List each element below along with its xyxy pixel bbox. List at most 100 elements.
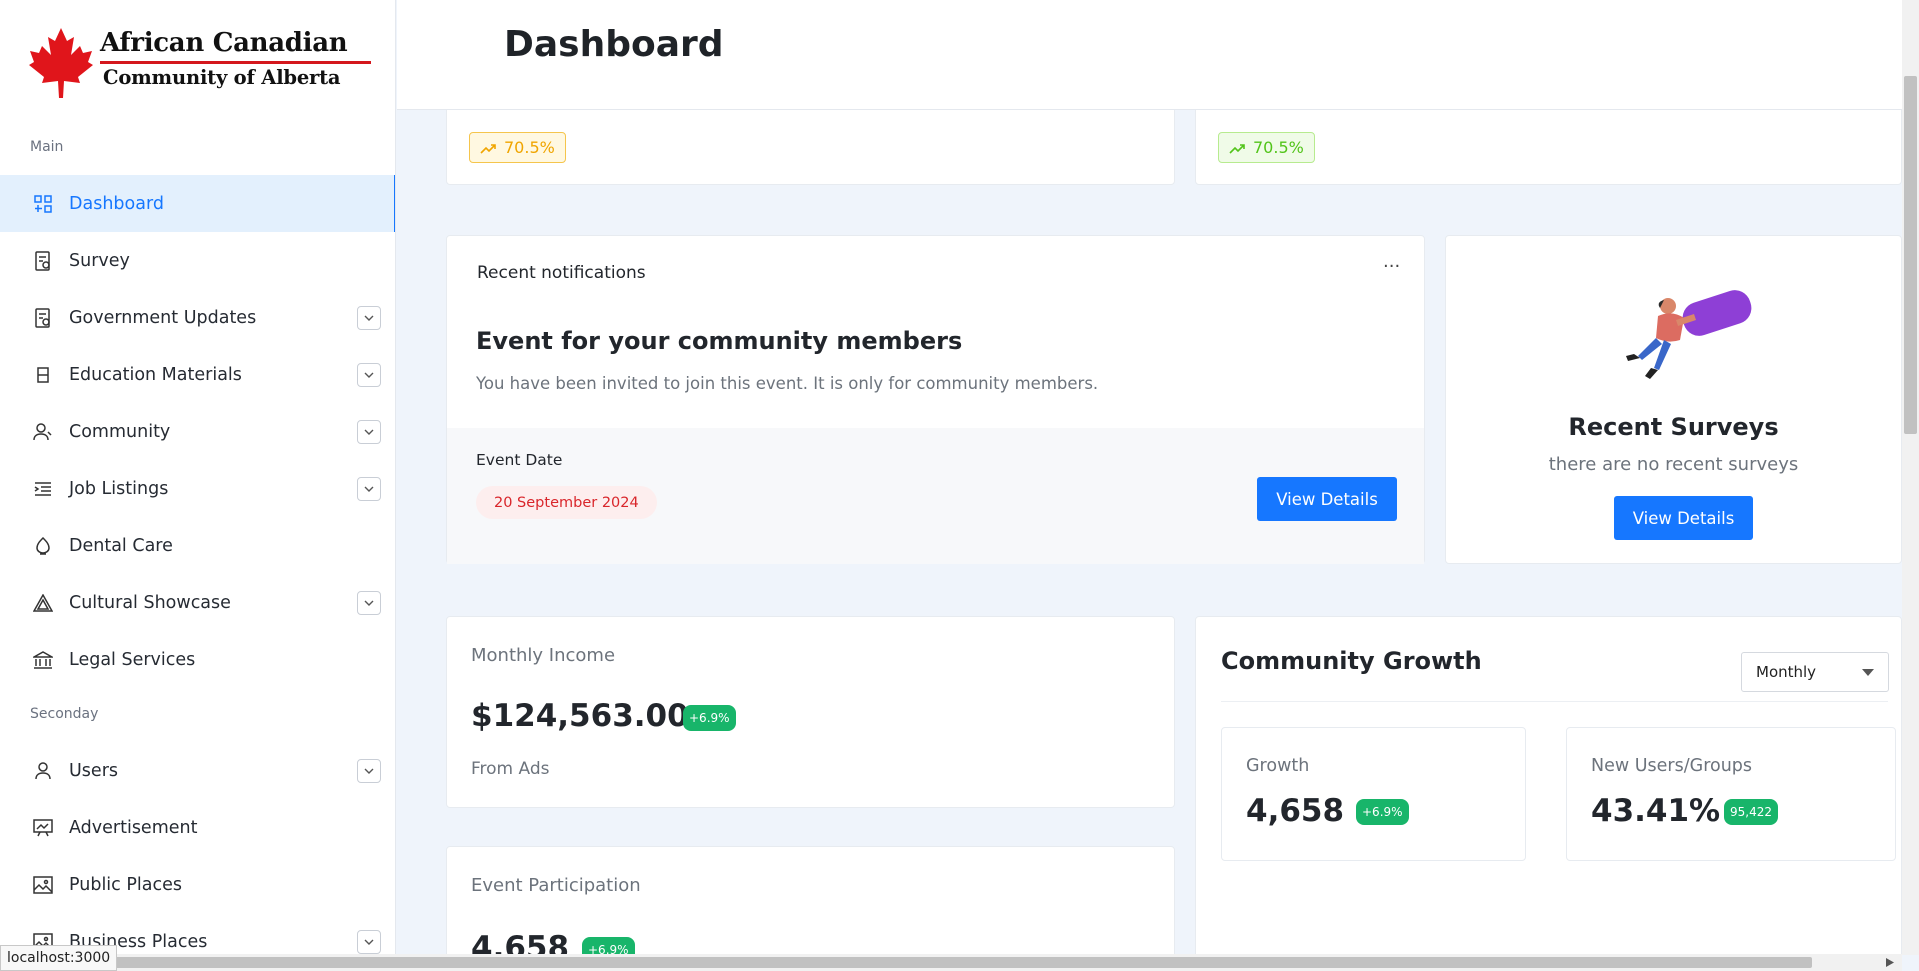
new-users-label: New Users/Groups bbox=[1591, 756, 1753, 776]
trending-up-icon bbox=[1229, 143, 1245, 154]
flying-person-illustration bbox=[1626, 290, 1752, 379]
education-icon bbox=[32, 364, 54, 386]
chevron-down-icon[interactable] bbox=[357, 419, 381, 444]
trend-badge: 70.5% bbox=[469, 132, 566, 163]
chevron-down-icon[interactable] bbox=[357, 362, 381, 387]
growth-value: 4,658 bbox=[1246, 793, 1345, 829]
sidebar-item-dental-care[interactable]: Dental Care bbox=[0, 517, 395, 574]
community-icon bbox=[32, 421, 54, 443]
vertical-scrollbar[interactable] bbox=[1902, 0, 1919, 955]
recent-surveys-title: Recent Surveys bbox=[1568, 413, 1779, 441]
chevron-down-icon[interactable] bbox=[357, 758, 381, 783]
horizontal-scrollbar-thumb[interactable] bbox=[107, 957, 1812, 968]
sidebar-item-label: Community bbox=[69, 421, 171, 442]
event-title: Event for your community members bbox=[476, 327, 963, 355]
page-title: Dashboard bbox=[504, 24, 724, 65]
page-header: Dashboard bbox=[397, 0, 1902, 110]
sidebar-item-label: Dashboard bbox=[69, 193, 164, 214]
growth-change-badge: +6.9% bbox=[1356, 799, 1409, 825]
legal-icon bbox=[32, 649, 54, 671]
brand-subtitle: Community of Alberta bbox=[103, 66, 341, 89]
brand-divider bbox=[100, 61, 371, 64]
caret-down-icon bbox=[1862, 669, 1874, 676]
monthly-income-label: Monthly Income bbox=[471, 645, 616, 666]
event-description: You have been invited to join this event… bbox=[476, 374, 1099, 393]
dashboard-icon bbox=[32, 193, 54, 215]
chevron-down-icon[interactable] bbox=[357, 929, 381, 954]
monthly-income-change-badge: +6.9% bbox=[683, 705, 736, 731]
government-icon bbox=[32, 307, 54, 329]
section-label-secondary: Seconday bbox=[30, 706, 99, 722]
sidebar-item-education-materials[interactable]: Education Materials bbox=[0, 346, 395, 403]
growth-label: Growth bbox=[1246, 756, 1310, 776]
advertisement-icon bbox=[32, 817, 54, 839]
period-select-value: Monthly bbox=[1756, 663, 1817, 681]
divider bbox=[1221, 701, 1888, 702]
job-listings-icon bbox=[32, 478, 54, 500]
scroll-right-arrow-icon[interactable] bbox=[1886, 958, 1894, 967]
notifications-heading: Recent notifications bbox=[477, 263, 646, 283]
chevron-down-icon[interactable] bbox=[357, 590, 381, 615]
cultural-icon bbox=[32, 592, 54, 614]
sidebar-item-users[interactable]: Users bbox=[0, 742, 395, 799]
view-event-details-button[interactable]: View Details bbox=[1257, 477, 1397, 521]
sidebar-item-label: Public Places bbox=[69, 874, 182, 895]
sidebar-item-label: Cultural Showcase bbox=[69, 592, 231, 613]
sidebar-item-label: Survey bbox=[69, 250, 130, 271]
recent-surveys-card: Recent Surveys there are no recent surve… bbox=[1445, 235, 1902, 564]
growth-stat-card: Growth 4,658 +6.9% bbox=[1221, 727, 1526, 861]
chevron-down-icon[interactable] bbox=[357, 305, 381, 330]
sidebar-item-survey[interactable]: Survey bbox=[0, 232, 395, 289]
event-date-badge: 20 September 2024 bbox=[476, 486, 657, 519]
horizontal-scrollbar[interactable] bbox=[0, 954, 1902, 971]
survey-icon bbox=[32, 250, 54, 272]
trend-badge: 70.5% bbox=[1218, 132, 1315, 163]
sidebar-item-legal-services[interactable]: Legal Services bbox=[0, 631, 395, 688]
sidebar-item-community[interactable]: Community bbox=[0, 403, 395, 460]
new-users-count-badge: 95,422 bbox=[1724, 799, 1778, 825]
community-growth-card: Community Growth Monthly Growth 4,658 +6… bbox=[1195, 616, 1902, 966]
section-label-main: Main bbox=[30, 139, 64, 155]
sidebar-item-advertisement[interactable]: Advertisement bbox=[0, 799, 395, 856]
maple-leaf-icon bbox=[29, 28, 93, 98]
trend-value: 70.5% bbox=[1253, 138, 1304, 157]
brand-logo[interactable]: African Canadian Community of Alberta bbox=[28, 24, 373, 102]
notifications-card: Recent notifications ··· Event for your … bbox=[446, 235, 1425, 564]
monthly-income-source: From Ads bbox=[471, 759, 550, 779]
sidebar-item-public-places[interactable]: Public Places bbox=[0, 856, 395, 913]
vertical-scrollbar-thumb[interactable] bbox=[1904, 76, 1917, 434]
new-users-stat-card: New Users/Groups 43.41% 95,422 bbox=[1566, 727, 1896, 861]
more-options-icon[interactable]: ··· bbox=[1383, 256, 1400, 277]
event-date-label: Event Date bbox=[476, 451, 563, 469]
event-footer: Event Date 20 September 2024 View Detail… bbox=[447, 428, 1424, 564]
sidebar-item-label: Dental Care bbox=[69, 535, 173, 556]
brand-title: African Canadian bbox=[100, 28, 348, 58]
trend-value: 70.5% bbox=[504, 138, 555, 157]
dental-icon bbox=[32, 535, 54, 557]
community-growth-title: Community Growth bbox=[1221, 647, 1482, 675]
trending-up-icon bbox=[480, 143, 496, 154]
monthly-income-card: Monthly Income $124,563.00 +6.9% From Ad… bbox=[446, 616, 1175, 808]
sidebar-item-label: Job Listings bbox=[69, 478, 169, 499]
user-icon bbox=[32, 760, 54, 782]
image-icon bbox=[32, 874, 54, 896]
recent-surveys-empty: there are no recent surveys bbox=[1548, 454, 1799, 475]
status-bar-url: localhost:3000 bbox=[0, 945, 118, 971]
view-surveys-button[interactable]: View Details bbox=[1614, 496, 1753, 540]
sidebar-item-label: Legal Services bbox=[69, 649, 196, 670]
sidebar: African Canadian Community of Alberta Ma… bbox=[0, 0, 396, 971]
sidebar-item-label: Government Updates bbox=[69, 307, 257, 328]
sidebar-item-label: Advertisement bbox=[69, 817, 198, 838]
sidebar-item-cultural-showcase[interactable]: Cultural Showcase bbox=[0, 574, 395, 631]
event-participation-label: Event Participation bbox=[471, 875, 641, 896]
period-select[interactable]: Monthly bbox=[1741, 652, 1889, 692]
sidebar-item-government-updates[interactable]: Government Updates bbox=[0, 289, 395, 346]
sidebar-item-label: Users bbox=[69, 760, 119, 781]
sidebar-item-job-listings[interactable]: Job Listings bbox=[0, 460, 395, 517]
monthly-income-value: $124,563.00 bbox=[471, 698, 689, 734]
event-participation-card: Event Participation 4,658 +6.9% bbox=[446, 846, 1175, 966]
sidebar-item-label: Education Materials bbox=[69, 364, 242, 385]
chevron-down-icon[interactable] bbox=[357, 476, 381, 501]
new-users-value: 43.41% bbox=[1591, 793, 1721, 829]
sidebar-item-dashboard[interactable]: Dashboard bbox=[0, 175, 395, 232]
